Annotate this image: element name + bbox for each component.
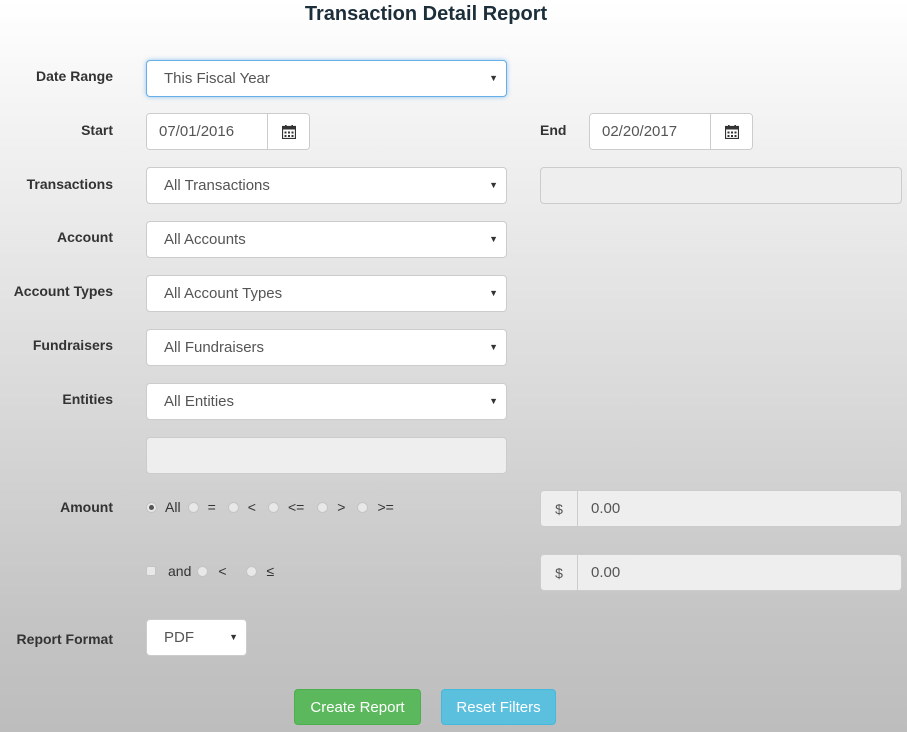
fundraisers-value: All Fundraisers <box>164 339 265 356</box>
label-date-range: Date Range <box>35 68 113 84</box>
label-account: Account <box>57 229 113 245</box>
account-select[interactable]: All Accounts ▼ <box>146 221 507 258</box>
date-range-select[interactable]: This Fiscal Year ▼ <box>146 60 507 97</box>
amount-radio-less-equal[interactable] <box>267 501 279 513</box>
label-fundraisers: Fundraisers <box>32 337 113 353</box>
amount-and-checkbox[interactable] <box>146 566 156 576</box>
caret-down-icon: ▼ <box>489 396 498 406</box>
end-date-group <box>589 113 753 150</box>
caret-down-icon: ▼ <box>489 342 498 352</box>
label-amount: Amount <box>60 499 113 515</box>
amount-and-group: and < ≤ <box>146 563 274 579</box>
amount-radio-greater-equal[interactable] <box>357 501 369 513</box>
label-entities: Entities <box>62 391 113 407</box>
account-types-select[interactable]: All Account Types ▼ <box>146 275 507 312</box>
caret-down-icon: ▼ <box>489 288 498 298</box>
caret-down-icon: ▼ <box>489 180 498 190</box>
amount-and-value-input[interactable] <box>578 555 901 590</box>
amount-and-radio-less-equal[interactable] <box>245 565 257 577</box>
label-report-format: Report Format <box>16 631 113 647</box>
amount-radio-equal[interactable] <box>187 501 199 513</box>
label-end: End <box>540 122 567 138</box>
amount-and-radio-less[interactable] <box>197 565 209 577</box>
label-transactions: Transactions <box>26 176 113 192</box>
reset-filters-button[interactable]: Reset Filters <box>441 689 556 725</box>
transactions-select[interactable]: All Transactions ▼ <box>146 167 507 204</box>
fundraisers-select[interactable]: All Fundraisers ▼ <box>146 329 507 366</box>
amount-and-label: and <box>168 563 192 579</box>
transactions-value: All Transactions <box>164 177 270 194</box>
currency-addon: $ <box>541 491 578 526</box>
calendar-icon <box>724 124 739 139</box>
start-date-group <box>146 113 310 150</box>
amount-option-label: > <box>337 499 346 515</box>
amount-radio-greater[interactable] <box>317 501 329 513</box>
amount-radio-less[interactable] <box>227 501 239 513</box>
caret-down-icon: ▼ <box>489 234 498 244</box>
amount-and-value-group: $ <box>540 554 902 591</box>
amount-option-label: All <box>165 499 181 515</box>
label-account-types: Account Types <box>13 283 113 299</box>
date-range-value: This Fiscal Year <box>164 70 270 87</box>
report-format-select[interactable]: PDF ▼ <box>146 619 247 656</box>
calendar-icon <box>281 124 296 139</box>
amount-and-option-label: ≤ <box>266 563 275 579</box>
amount-operator-group: All = < <= > >= <box>146 499 394 515</box>
start-date-input[interactable] <box>147 114 267 149</box>
entities-value: All Entities <box>164 393 235 410</box>
amount-option-label: < <box>247 499 256 515</box>
end-calendar-button[interactable] <box>710 114 752 149</box>
caret-down-icon: ▼ <box>229 632 238 642</box>
amount-and-option-label: < <box>218 563 227 579</box>
account-value: All Accounts <box>164 231 246 248</box>
amount-value-input[interactable] <box>578 491 901 526</box>
entities-detail-field <box>146 437 507 474</box>
caret-down-icon: ▼ <box>489 73 498 83</box>
report-format-value: PDF <box>164 629 194 646</box>
amount-value-group: $ <box>540 490 902 527</box>
entities-select[interactable]: All Entities ▼ <box>146 383 507 420</box>
end-date-input[interactable] <box>590 114 710 149</box>
amount-option-label: <= <box>287 499 305 515</box>
amount-radio-all[interactable] <box>146 501 157 513</box>
label-start: Start <box>81 122 113 138</box>
create-report-button[interactable]: Create Report <box>294 689 421 725</box>
amount-option-label: >= <box>377 499 394 515</box>
start-calendar-button[interactable] <box>267 114 309 149</box>
transactions-detail-field <box>540 167 902 204</box>
account-types-value: All Account Types <box>164 285 283 302</box>
amount-option-label: = <box>207 499 216 515</box>
currency-addon: $ <box>541 555 578 590</box>
page-title: Transaction Detail Report <box>304 3 548 25</box>
